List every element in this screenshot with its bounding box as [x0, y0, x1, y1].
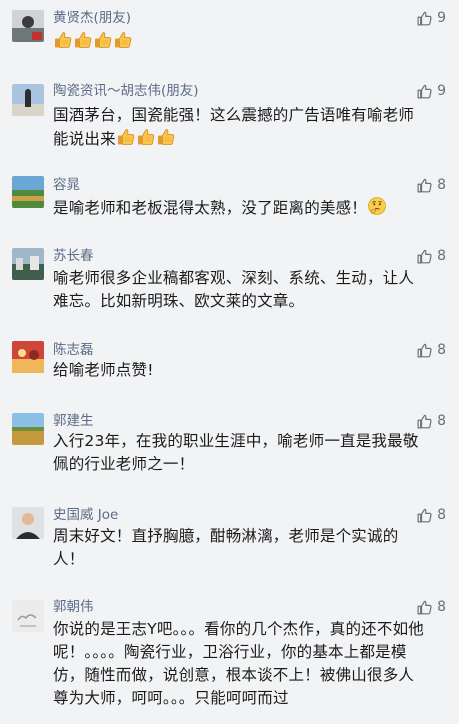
comment-text: 入行23年，在我的职业生涯中，喻老师一直是我最敬佩的行业老师之一！	[53, 432, 419, 473]
like-count: 8	[437, 507, 446, 523]
commenter-name[interactable]: 苏长春	[53, 247, 94, 265]
thumbs-up-icon	[93, 30, 113, 50]
commenter-name[interactable]: 陈志磊	[53, 341, 94, 359]
thumbs-up-icon	[116, 127, 136, 147]
like-button[interactable]: 8	[416, 247, 446, 265]
commenter-name[interactable]: 郭朝伟	[53, 598, 94, 616]
comment-text: 国酒茅台，国瓷能强！这么震撼的广告语唯有喻老师能说出来	[53, 106, 415, 148]
thumbs-up-icon	[156, 127, 176, 147]
commenter-name[interactable]: 容晁	[53, 176, 80, 194]
commenter-name[interactable]: 黄贤杰(朋友)	[53, 9, 131, 27]
like-button[interactable]: 8	[416, 506, 446, 524]
comment-text: 喻老师很多企业稿都客观、深刻、系统、生动，让人难忘。比如新明珠、欧文莱的文章。	[53, 269, 415, 310]
commenter-name[interactable]: 郭建生	[53, 412, 94, 430]
like-button[interactable]: 8	[416, 176, 446, 194]
avatar[interactable]	[12, 413, 44, 445]
avatar[interactable]	[12, 10, 44, 42]
comment-text: 给喻老师点赞!	[53, 361, 154, 379]
thumbs-up-icon	[416, 177, 433, 194]
thumbs-up-icon	[416, 10, 433, 27]
avatar[interactable]	[12, 248, 44, 280]
like-count: 8	[437, 248, 446, 264]
thumbs-up-icon	[416, 507, 433, 524]
like-button[interactable]: 8	[416, 412, 446, 430]
like-button[interactable]: 9	[416, 82, 446, 100]
comment-text: 是喻老师和老板混得太熟，没了距离的美感！	[53, 196, 425, 220]
thinking-face-icon	[367, 196, 387, 216]
thumbs-up-icon	[53, 30, 73, 50]
thumbs-up-icon	[136, 127, 156, 147]
thumbs-up-icon	[73, 30, 93, 50]
thumbs-up-icon	[416, 83, 433, 100]
thumbs-up-icon	[416, 248, 433, 265]
commenter-name[interactable]: 陶瓷资讯～胡志伟(朋友)	[53, 82, 199, 100]
thumbs-up-icon	[113, 30, 133, 50]
avatar[interactable]	[12, 84, 44, 116]
thumbs-up-icon	[416, 599, 433, 616]
commenter-name[interactable]: 史国威 Joe	[53, 506, 118, 524]
thumbs-up-icon	[416, 413, 433, 430]
like-count: 8	[437, 342, 446, 358]
like-count: 8	[437, 177, 446, 193]
like-button[interactable]: 9	[416, 9, 446, 27]
avatar[interactable]	[12, 507, 44, 539]
like-button[interactable]: 8	[416, 598, 446, 616]
comment-text	[53, 30, 425, 54]
avatar[interactable]	[12, 176, 44, 208]
like-count: 9	[437, 83, 446, 99]
avatar[interactable]	[12, 600, 44, 632]
avatar[interactable]	[12, 341, 44, 373]
comment-text: 周末好文！直抒胸臆，酣畅淋漓，老师是个实诚的人！	[53, 527, 399, 568]
thumbs-up-icon	[416, 342, 433, 359]
like-count: 9	[437, 10, 446, 26]
comment-text: 你说的是王志Y吧。。。看你的几个杰作，真的还不如他呢！。。。。陶瓷行业，卫浴行业…	[53, 620, 424, 707]
like-count: 8	[437, 599, 446, 615]
like-button[interactable]: 8	[416, 341, 446, 359]
like-count: 8	[437, 413, 446, 429]
